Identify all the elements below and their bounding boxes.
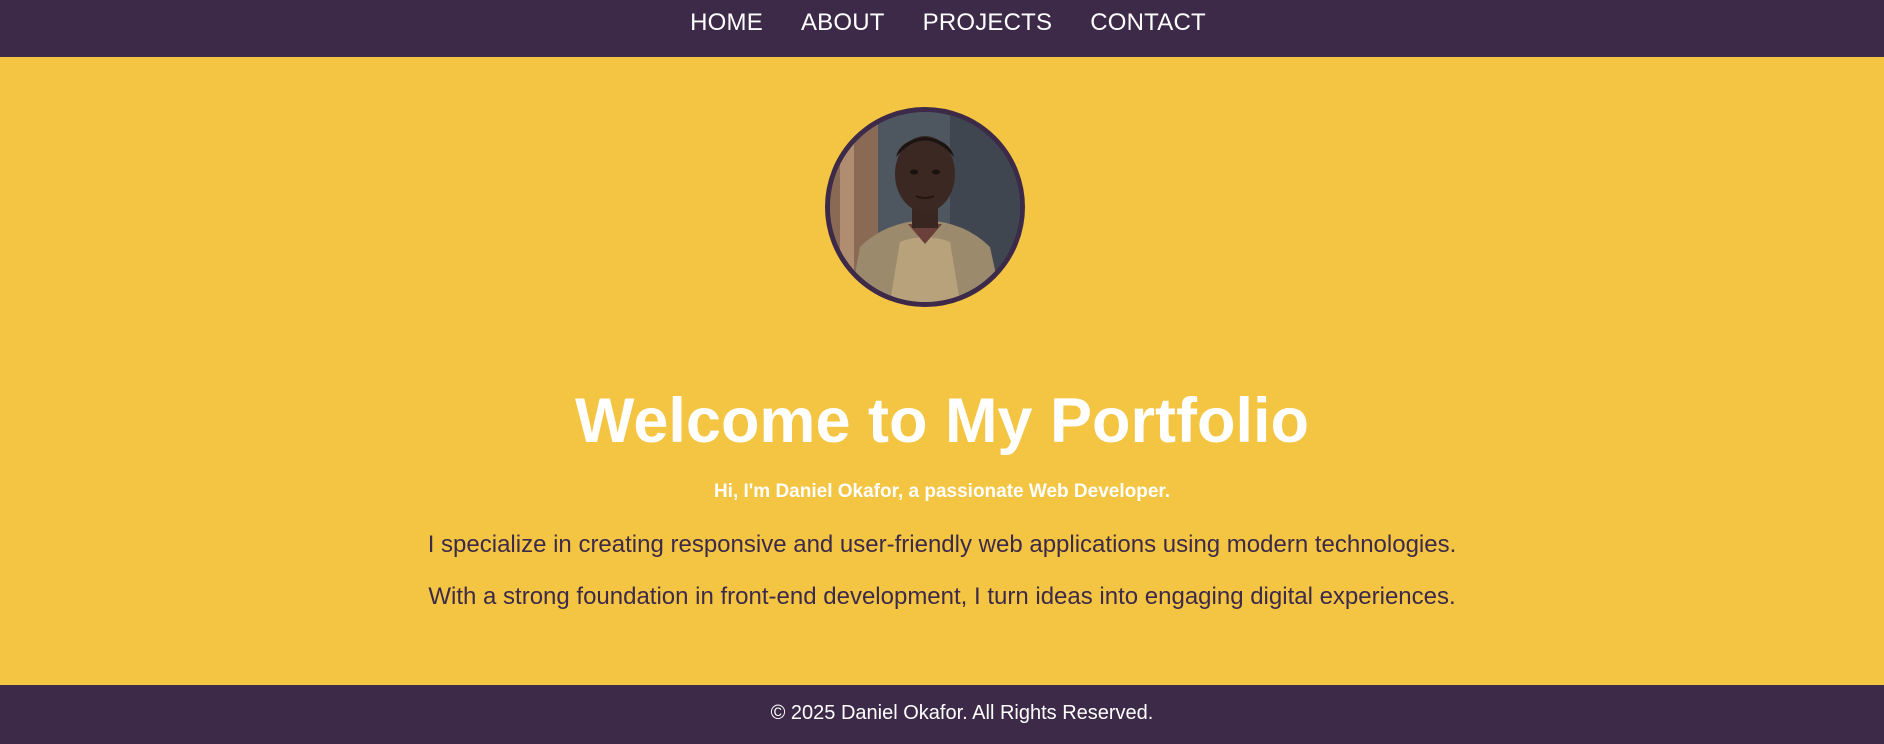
- nav-link-about[interactable]: ABOUT: [801, 9, 885, 36]
- nav-menu: HOME ABOUT PROJECTS CONTACT: [690, 0, 1206, 46]
- hero-paragraph-1: I specialize in creating responsive and …: [427, 531, 1457, 558]
- nav-link-contact[interactable]: CONTACT: [1090, 9, 1206, 36]
- profile-photo-icon: [830, 112, 1020, 302]
- page-footer: © 2025 Daniel Okafor. All Rights Reserve…: [0, 685, 1884, 744]
- copyright-text: © 2025 Daniel Okafor. All Rights Reserve…: [770, 702, 1154, 724]
- hero-subtitle: Hi, I'm Daniel Okafor, a passionate Web …: [713, 481, 1171, 502]
- nav-link-projects[interactable]: PROJECTS: [923, 9, 1053, 36]
- nav-link-home[interactable]: HOME: [690, 9, 763, 36]
- portfolio-page: HOME ABOUT PROJECTS CONTACT Welcome to M…: [0, 0, 1884, 744]
- top-navbar: HOME ABOUT PROJECTS CONTACT: [0, 0, 1884, 57]
- hero-title: Welcome to My Portfolio: [575, 386, 1309, 456]
- hero-paragraph-2: With a strong foundation in front-end de…: [428, 583, 1456, 610]
- nav-item-contact: CONTACT: [1090, 0, 1206, 46]
- nav-item-projects: PROJECTS: [923, 0, 1053, 46]
- profile-avatar: [825, 107, 1025, 307]
- nav-item-about: ABOUT: [801, 0, 885, 46]
- nav-item-home: HOME: [690, 0, 763, 46]
- hero-section: Welcome to My Portfolio Hi, I'm Daniel O…: [0, 57, 1884, 685]
